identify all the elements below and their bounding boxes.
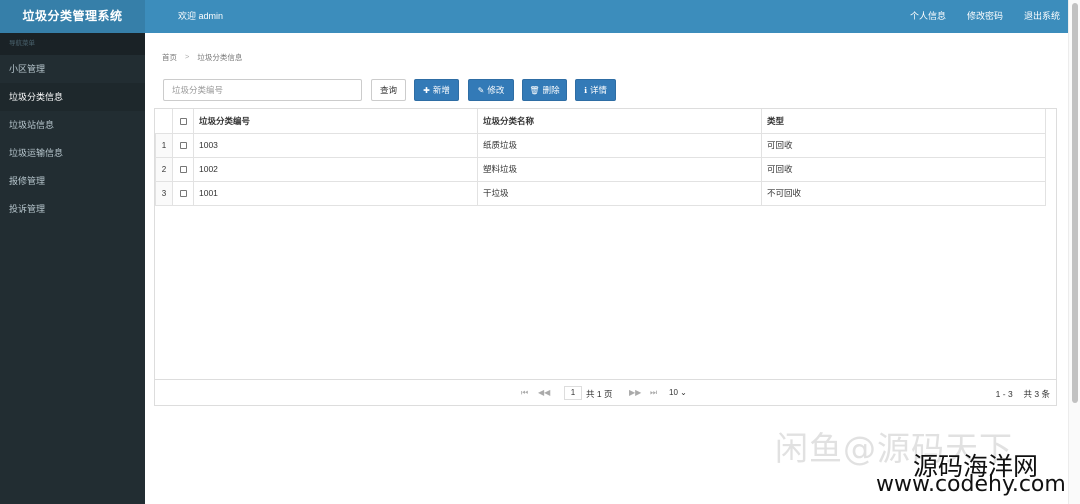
breadcrumb-current: 垃圾分类信息 xyxy=(197,53,243,62)
cell-code: 1003 xyxy=(193,132,478,158)
cell-code: 1001 xyxy=(193,180,478,206)
sidebar-header: 导航菜单 xyxy=(0,33,145,55)
detail-button[interactable]: ℹ 详情 xyxy=(575,79,616,101)
pagination-bar: ⏮ ◀◀ 1 共 1 页 ▶▶ ⏭ 10 ⌄ 1 - 3 共 3 条 xyxy=(155,379,1056,405)
sidebar-item-community[interactable]: 小区管理 xyxy=(0,55,145,83)
cell-type: 不可回收 xyxy=(761,180,1046,206)
sidebar: 导航菜单 小区管理 垃圾分类信息 垃圾站信息 垃圾运输信息 报修管理 投诉管理 xyxy=(0,33,145,504)
page-number-input[interactable]: 1 xyxy=(564,386,582,400)
cell-code: 1002 xyxy=(193,156,478,182)
cell-name: 干垃圾 xyxy=(477,180,762,206)
info-icon: ℹ xyxy=(583,85,588,95)
query-label: 查询 xyxy=(379,85,397,95)
table-row[interactable]: 1 1003 纸质垃圾 可回收 xyxy=(155,132,1046,158)
total-pages-text: 共 1 页 xyxy=(586,389,613,399)
last-page-icon[interactable]: ⏭ xyxy=(650,388,657,398)
edit-button[interactable]: ✎ 修改 xyxy=(468,79,514,101)
breadcrumb-separator: > xyxy=(185,52,190,61)
cell-type: 可回收 xyxy=(761,132,1046,158)
next-page-icon[interactable]: ▶▶ xyxy=(629,388,641,397)
sidebar-item-garbage-category[interactable]: 垃圾分类信息 xyxy=(0,83,145,111)
column-header-name[interactable]: 垃圾分类名称 xyxy=(477,109,762,134)
chevron-down-icon: ⌄ xyxy=(680,388,687,397)
search-input[interactable] xyxy=(163,79,362,101)
column-header-code[interactable]: 垃圾分类编号 xyxy=(193,109,478,134)
record-summary: 1 - 3 共 3 条 xyxy=(995,389,1050,399)
select-all-checkbox[interactable] xyxy=(179,118,187,125)
page-scrollbar[interactable] xyxy=(1068,0,1080,504)
data-table: 垃圾分类编号 垃圾分类名称 类型 1 1003 纸质垃圾 可回收 2 1002 … xyxy=(155,109,1046,206)
delete-label: 删除 xyxy=(542,85,560,95)
query-button[interactable]: 查询 xyxy=(371,79,406,101)
row-checkbox[interactable] xyxy=(179,166,187,174)
trash-icon: 🗑 xyxy=(529,85,540,95)
select-all-cell xyxy=(172,109,194,134)
table-row[interactable]: 2 1002 塑料垃圾 可回收 xyxy=(155,156,1046,182)
table-header-row: 垃圾分类编号 垃圾分类名称 类型 xyxy=(155,109,1046,134)
delete-button[interactable]: 🗑 删除 xyxy=(522,79,567,101)
row-checkbox[interactable] xyxy=(179,190,187,198)
sidebar-item-repair[interactable]: 报修管理 xyxy=(0,167,145,195)
cell-name: 塑料垃圾 xyxy=(477,156,762,182)
edit-icon: ✎ xyxy=(477,85,485,95)
data-grid: 垃圾分类编号 垃圾分类名称 类型 1 1003 纸质垃圾 可回收 2 1002 … xyxy=(154,108,1057,406)
breadcrumb-home[interactable]: 首页 xyxy=(162,52,177,63)
edit-label: 修改 xyxy=(487,85,505,95)
change-password-link[interactable]: 修改密码 xyxy=(967,0,1003,33)
logout-link[interactable]: 退出系统 xyxy=(1024,0,1060,33)
row-select-cell xyxy=(172,180,194,206)
row-number: 2 xyxy=(155,156,173,182)
top-header: 垃圾分类管理系统 欢迎 admin 个人信息 修改密码 退出系统 xyxy=(0,0,1068,33)
row-number: 1 xyxy=(155,132,173,158)
page-size-value: 10 xyxy=(669,388,678,397)
sidebar-item-garbage-transport[interactable]: 垃圾运输信息 xyxy=(0,139,145,167)
add-label: 新增 xyxy=(432,85,450,95)
row-select-cell xyxy=(172,156,194,182)
row-number: 3 xyxy=(155,180,173,206)
page-size-select[interactable]: 10 ⌄ xyxy=(669,386,692,400)
sidebar-item-complaint[interactable]: 投诉管理 xyxy=(0,195,145,223)
scrollbar-thumb[interactable] xyxy=(1072,3,1078,403)
detail-label: 详情 xyxy=(590,85,608,95)
top-nav: 个人信息 修改密码 退出系统 xyxy=(889,0,1060,33)
watermark-site-url: www.codehy.com xyxy=(876,472,1066,497)
sidebar-item-garbage-station[interactable]: 垃圾站信息 xyxy=(0,111,145,139)
plus-icon: ✚ xyxy=(423,85,430,95)
prev-page-icon[interactable]: ◀◀ xyxy=(538,388,550,397)
welcome-text: 欢迎 admin xyxy=(178,11,224,21)
first-page-icon[interactable]: ⏮ xyxy=(521,388,528,398)
breadcrumb: 首页 > 垃圾分类信息 xyxy=(162,52,242,63)
row-select-cell xyxy=(172,132,194,158)
row-checkbox[interactable] xyxy=(179,142,187,150)
column-header-type[interactable]: 类型 xyxy=(761,109,1046,134)
rownum-header xyxy=(155,109,173,134)
app-brand[interactable]: 垃圾分类管理系统 xyxy=(0,0,145,33)
cell-name: 纸质垃圾 xyxy=(477,132,762,158)
table-row[interactable]: 3 1001 干垃圾 不可回收 xyxy=(155,180,1046,206)
cell-type: 可回收 xyxy=(761,156,1046,182)
add-button[interactable]: ✚ 新增 xyxy=(414,79,459,101)
profile-link[interactable]: 个人信息 xyxy=(910,0,946,33)
